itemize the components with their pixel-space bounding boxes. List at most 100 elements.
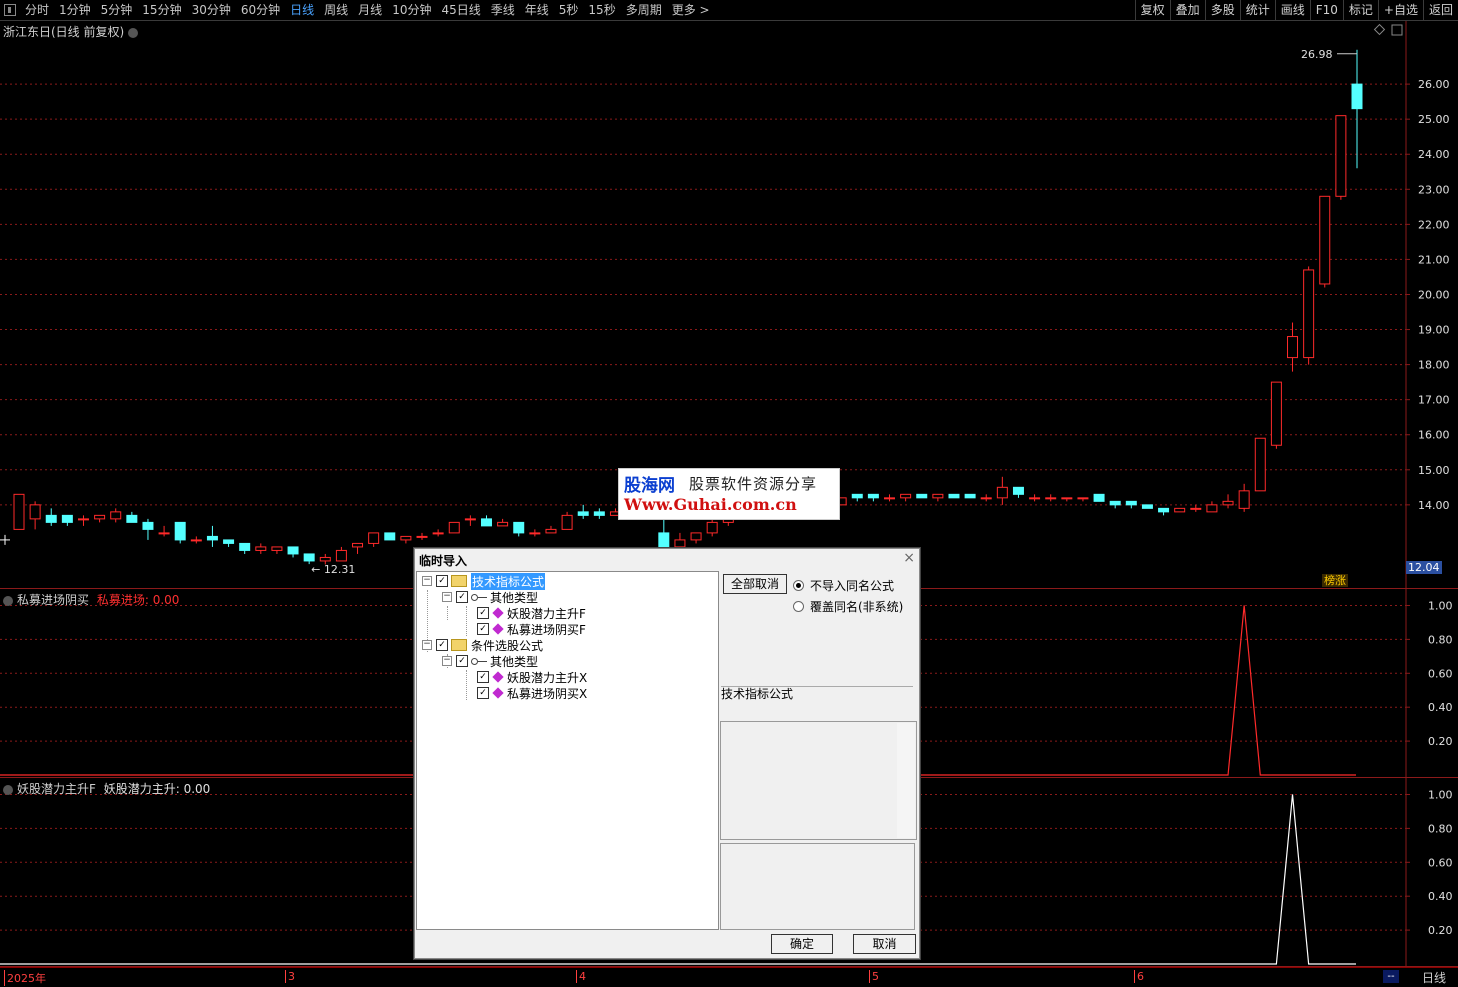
tree-node-group2-sub[interactable]: − ✓ 其他类型 bbox=[442, 653, 538, 669]
toolbar-button[interactable]: 叠加 bbox=[1169, 0, 1205, 20]
candle bbox=[464, 518, 476, 521]
formula-preview-box[interactable] bbox=[720, 721, 917, 840]
date-label: 6 bbox=[1134, 970, 1144, 983]
tree-node-group1[interactable]: − ✓ 技术指标公式 bbox=[422, 572, 546, 590]
candle bbox=[319, 556, 331, 562]
y-tick-label: 0.60 bbox=[1428, 856, 1453, 869]
collapse-icon[interactable]: − bbox=[422, 640, 432, 650]
chevron-down-icon[interactable] bbox=[3, 784, 13, 795]
candle bbox=[1158, 507, 1170, 513]
folder-icon bbox=[451, 639, 467, 651]
candle bbox=[1335, 115, 1347, 197]
candle bbox=[271, 546, 283, 551]
tree-node-item[interactable]: ✓ 私募进场阴买F bbox=[477, 621, 586, 637]
tree-node-group1-sub[interactable]: − ✓ 其他类型 bbox=[442, 589, 538, 605]
toolbar-button[interactable]: 多股 bbox=[1204, 0, 1240, 20]
tree-node-item[interactable]: ✓ 妖股潜力主升F bbox=[477, 605, 586, 621]
period-tab[interactable]: 15分钟 bbox=[137, 0, 186, 20]
candle bbox=[1125, 500, 1137, 506]
dialog-titlebar[interactable]: 临时导入 × bbox=[415, 549, 919, 569]
checkbox[interactable]: ✓ bbox=[456, 591, 468, 603]
period-tab[interactable]: 多周期 bbox=[621, 0, 667, 20]
period-tab[interactable]: 周线 bbox=[319, 0, 353, 20]
candle bbox=[932, 493, 944, 499]
period-tab[interactable]: 年线 bbox=[520, 0, 554, 20]
candle bbox=[561, 514, 573, 530]
dash-box[interactable]: -- bbox=[1383, 970, 1399, 983]
candle bbox=[1206, 504, 1218, 513]
candle bbox=[851, 493, 863, 499]
radio-selected-icon[interactable] bbox=[793, 580, 804, 591]
chevron-down-icon[interactable] bbox=[3, 595, 13, 606]
candle bbox=[335, 549, 347, 562]
cancel-button[interactable]: 取消 bbox=[853, 934, 916, 954]
toolbar-button[interactable]: 返回 bbox=[1422, 0, 1458, 20]
y-tick-label: 15.00 bbox=[1418, 464, 1450, 477]
checkbox[interactable]: ✓ bbox=[477, 687, 489, 699]
watermark-logo: 股海网 股票软件资源分享 Www.Guhai.com.cn bbox=[618, 468, 840, 520]
candle bbox=[884, 497, 896, 500]
collapse-icon[interactable]: − bbox=[442, 656, 452, 666]
period-tab[interactable]: 5秒 bbox=[554, 0, 584, 20]
collapse-icon[interactable]: − bbox=[422, 576, 432, 586]
toolbar-button[interactable]: 复权 bbox=[1134, 0, 1170, 20]
candle bbox=[239, 542, 251, 551]
collapse-icon[interactable]: − bbox=[442, 592, 452, 602]
candle bbox=[545, 528, 557, 534]
checkbox[interactable]: ✓ bbox=[436, 575, 448, 587]
formula-icon bbox=[492, 671, 504, 683]
checkbox[interactable]: ✓ bbox=[436, 639, 448, 651]
y-tick-label: 14.00 bbox=[1418, 499, 1450, 512]
radio-overwrite[interactable]: 覆盖同名(非系统) bbox=[793, 598, 903, 615]
checkbox[interactable]: ✓ bbox=[456, 655, 468, 667]
candle bbox=[1061, 497, 1073, 500]
ok-button[interactable]: 确定 bbox=[771, 934, 833, 954]
menu-icon[interactable] bbox=[4, 4, 16, 16]
period-tab[interactable]: 日线 bbox=[285, 0, 319, 20]
checkbox[interactable]: ✓ bbox=[477, 623, 489, 635]
period-tab[interactable]: 60分钟 bbox=[236, 0, 285, 20]
period-tab[interactable]: 30分钟 bbox=[187, 0, 236, 20]
candle bbox=[480, 518, 492, 527]
period-tab[interactable]: 10分钟 bbox=[387, 0, 436, 20]
candle bbox=[980, 497, 992, 500]
candle bbox=[1141, 504, 1153, 509]
radio-icon[interactable] bbox=[793, 601, 804, 612]
cancel-all-button[interactable]: 全部取消 bbox=[723, 574, 787, 594]
period-tab[interactable]: 1分钟 bbox=[54, 0, 96, 20]
formula-icon bbox=[492, 607, 504, 619]
candle bbox=[142, 521, 154, 530]
candle bbox=[1012, 486, 1024, 495]
period-tab[interactable]: 月线 bbox=[353, 0, 387, 20]
radio-skip-duplicates[interactable]: 不导入同名公式 bbox=[793, 577, 894, 594]
tree-node-item[interactable]: ✓ 妖股潜力主升X bbox=[477, 669, 587, 685]
candle bbox=[690, 532, 702, 541]
y-tick-label: 1.00 bbox=[1428, 788, 1453, 801]
chevron-down-icon[interactable] bbox=[128, 27, 139, 38]
toolbar-button[interactable]: +自选 bbox=[1377, 0, 1423, 20]
description-box[interactable] bbox=[720, 843, 915, 930]
period-tab[interactable]: 45日线 bbox=[436, 0, 485, 20]
key-icon bbox=[471, 657, 487, 665]
checkbox[interactable]: ✓ bbox=[477, 607, 489, 619]
toolbar-button[interactable]: 标记 bbox=[1342, 0, 1378, 20]
checkbox[interactable]: ✓ bbox=[477, 671, 489, 683]
y-tick-label: 0.80 bbox=[1428, 633, 1453, 646]
y-tick-label: 0.20 bbox=[1428, 735, 1453, 748]
formula-tree[interactable]: − ✓ 技术指标公式 − ✓ 其他类型 ✓ 妖股潜力主升F ✓ 私募进场阴买F … bbox=[416, 571, 719, 930]
toolbar-button[interactable]: 画线 bbox=[1274, 0, 1310, 20]
scrollbar[interactable] bbox=[897, 723, 915, 838]
period-tab[interactable]: 15秒 bbox=[583, 0, 620, 20]
candle bbox=[45, 514, 57, 523]
tree-node-item[interactable]: ✓ 私募进场阴买X bbox=[477, 685, 587, 701]
candle bbox=[706, 521, 718, 534]
period-tab[interactable]: 5分钟 bbox=[96, 0, 138, 20]
close-icon[interactable]: × bbox=[903, 550, 915, 566]
period-tab[interactable]: 季线 bbox=[486, 0, 520, 20]
period-tab[interactable]: 更多 > bbox=[667, 0, 715, 20]
candle bbox=[948, 493, 960, 499]
toolbar-button[interactable]: 统计 bbox=[1239, 0, 1275, 20]
period-tab[interactable]: 分时 bbox=[20, 0, 54, 20]
tree-node-group2[interactable]: − ✓ 条件选股公式 bbox=[422, 637, 543, 653]
toolbar-button[interactable]: F10 bbox=[1309, 0, 1343, 20]
